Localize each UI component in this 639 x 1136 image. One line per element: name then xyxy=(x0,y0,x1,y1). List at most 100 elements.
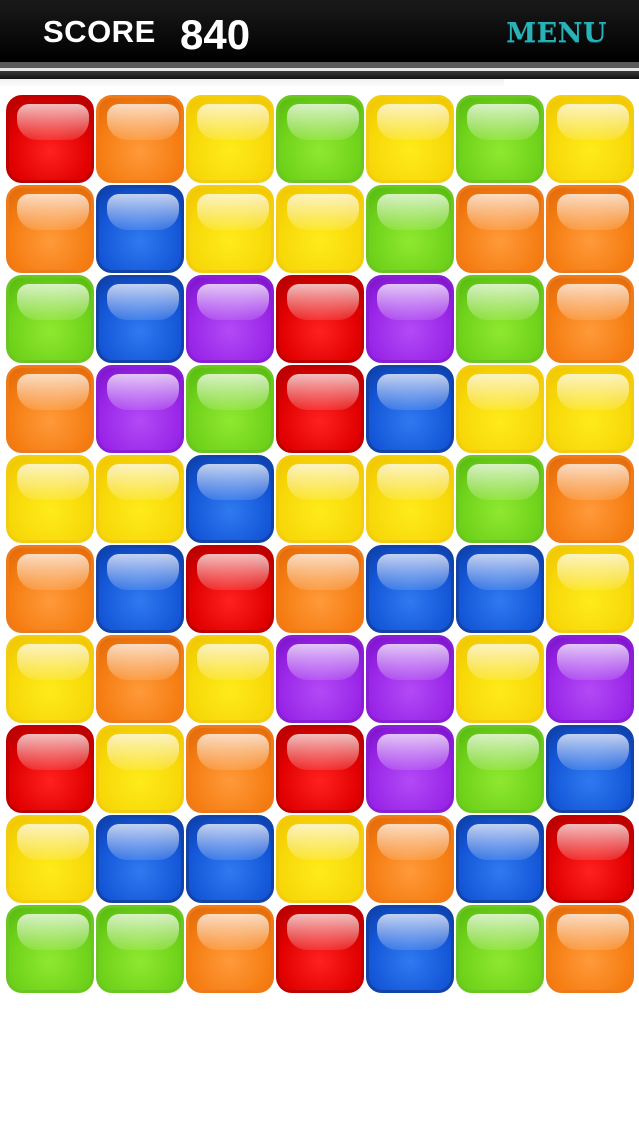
tile-gloss xyxy=(17,824,89,860)
tile-gloss xyxy=(287,734,359,770)
red-tile[interactable] xyxy=(276,725,364,813)
yellow-tile[interactable] xyxy=(96,455,184,543)
red-tile[interactable] xyxy=(546,815,634,903)
tile-gloss xyxy=(287,464,359,500)
yellow-tile[interactable] xyxy=(546,365,634,453)
orange-tile[interactable] xyxy=(366,815,454,903)
green-tile[interactable] xyxy=(456,905,544,993)
blue-tile[interactable] xyxy=(546,725,634,813)
yellow-tile[interactable] xyxy=(546,545,634,633)
red-tile[interactable] xyxy=(6,725,94,813)
yellow-tile[interactable] xyxy=(96,725,184,813)
tile-gloss xyxy=(107,194,179,230)
blue-tile[interactable] xyxy=(96,185,184,273)
score-value: 840 xyxy=(180,11,251,58)
tile-gloss xyxy=(197,824,269,860)
tile-gloss xyxy=(557,464,629,500)
yellow-tile[interactable] xyxy=(186,95,274,183)
red-tile[interactable] xyxy=(276,365,364,453)
tile-gloss xyxy=(17,644,89,680)
red-tile[interactable] xyxy=(186,545,274,633)
tile-gloss xyxy=(197,554,269,590)
tile-gloss xyxy=(557,194,629,230)
green-tile[interactable] xyxy=(96,905,184,993)
purple-tile[interactable] xyxy=(96,365,184,453)
tile-gloss xyxy=(557,644,629,680)
blue-tile[interactable] xyxy=(366,905,454,993)
tile-gloss xyxy=(467,284,539,320)
game-screen: SCORE 840 MENU xyxy=(0,0,639,1136)
yellow-tile[interactable] xyxy=(366,455,454,543)
tile-gloss xyxy=(557,374,629,410)
tile-gloss xyxy=(17,464,89,500)
blue-tile[interactable] xyxy=(366,365,454,453)
green-tile[interactable] xyxy=(276,95,364,183)
yellow-tile[interactable] xyxy=(6,815,94,903)
tile-gloss xyxy=(377,644,449,680)
blue-tile[interactable] xyxy=(186,815,274,903)
orange-tile[interactable] xyxy=(276,545,364,633)
orange-tile[interactable] xyxy=(6,545,94,633)
blue-tile[interactable] xyxy=(186,455,274,543)
purple-tile[interactable] xyxy=(546,635,634,723)
orange-tile[interactable] xyxy=(546,275,634,363)
yellow-tile[interactable] xyxy=(276,185,364,273)
tile-gloss xyxy=(377,194,449,230)
tile-gloss xyxy=(197,464,269,500)
yellow-tile[interactable] xyxy=(456,635,544,723)
orange-tile[interactable] xyxy=(96,95,184,183)
orange-tile[interactable] xyxy=(6,185,94,273)
yellow-tile[interactable] xyxy=(276,455,364,543)
green-tile[interactable] xyxy=(456,275,544,363)
green-tile[interactable] xyxy=(6,905,94,993)
tile-gloss xyxy=(557,914,629,950)
tile-gloss xyxy=(287,194,359,230)
orange-tile[interactable] xyxy=(546,185,634,273)
red-tile[interactable] xyxy=(276,905,364,993)
yellow-tile[interactable] xyxy=(276,815,364,903)
blue-tile[interactable] xyxy=(96,815,184,903)
orange-tile[interactable] xyxy=(6,365,94,453)
red-tile[interactable] xyxy=(6,95,94,183)
tile-gloss xyxy=(377,104,449,140)
orange-tile[interactable] xyxy=(186,725,274,813)
green-tile[interactable] xyxy=(366,185,454,273)
orange-tile[interactable] xyxy=(96,635,184,723)
yellow-tile[interactable] xyxy=(456,365,544,453)
tile-gloss xyxy=(107,464,179,500)
green-tile[interactable] xyxy=(456,95,544,183)
yellow-tile[interactable] xyxy=(6,635,94,723)
tile-gloss xyxy=(467,554,539,590)
green-tile[interactable] xyxy=(456,455,544,543)
orange-tile[interactable] xyxy=(546,905,634,993)
green-tile[interactable] xyxy=(186,365,274,453)
tile-gloss xyxy=(197,734,269,770)
tile-gloss xyxy=(557,824,629,860)
green-tile[interactable] xyxy=(6,275,94,363)
orange-tile[interactable] xyxy=(186,905,274,993)
orange-tile[interactable] xyxy=(546,455,634,543)
tile-gloss xyxy=(467,374,539,410)
purple-tile[interactable] xyxy=(186,275,274,363)
green-tile[interactable] xyxy=(456,725,544,813)
blue-tile[interactable] xyxy=(96,545,184,633)
orange-tile[interactable] xyxy=(456,185,544,273)
menu-button[interactable]: MENU xyxy=(506,18,607,49)
yellow-tile[interactable] xyxy=(186,635,274,723)
blue-tile[interactable] xyxy=(366,545,454,633)
yellow-tile[interactable] xyxy=(546,95,634,183)
yellow-tile[interactable] xyxy=(366,95,454,183)
purple-tile[interactable] xyxy=(366,635,454,723)
red-tile[interactable] xyxy=(276,275,364,363)
yellow-tile[interactable] xyxy=(6,455,94,543)
tile-gloss xyxy=(557,554,629,590)
tile-gloss xyxy=(287,644,359,680)
blue-tile[interactable] xyxy=(456,545,544,633)
blue-tile[interactable] xyxy=(456,815,544,903)
purple-tile[interactable] xyxy=(366,725,454,813)
blue-tile[interactable] xyxy=(96,275,184,363)
yellow-tile[interactable] xyxy=(186,185,274,273)
purple-tile[interactable] xyxy=(276,635,364,723)
purple-tile[interactable] xyxy=(366,275,454,363)
tile-gloss xyxy=(557,734,629,770)
